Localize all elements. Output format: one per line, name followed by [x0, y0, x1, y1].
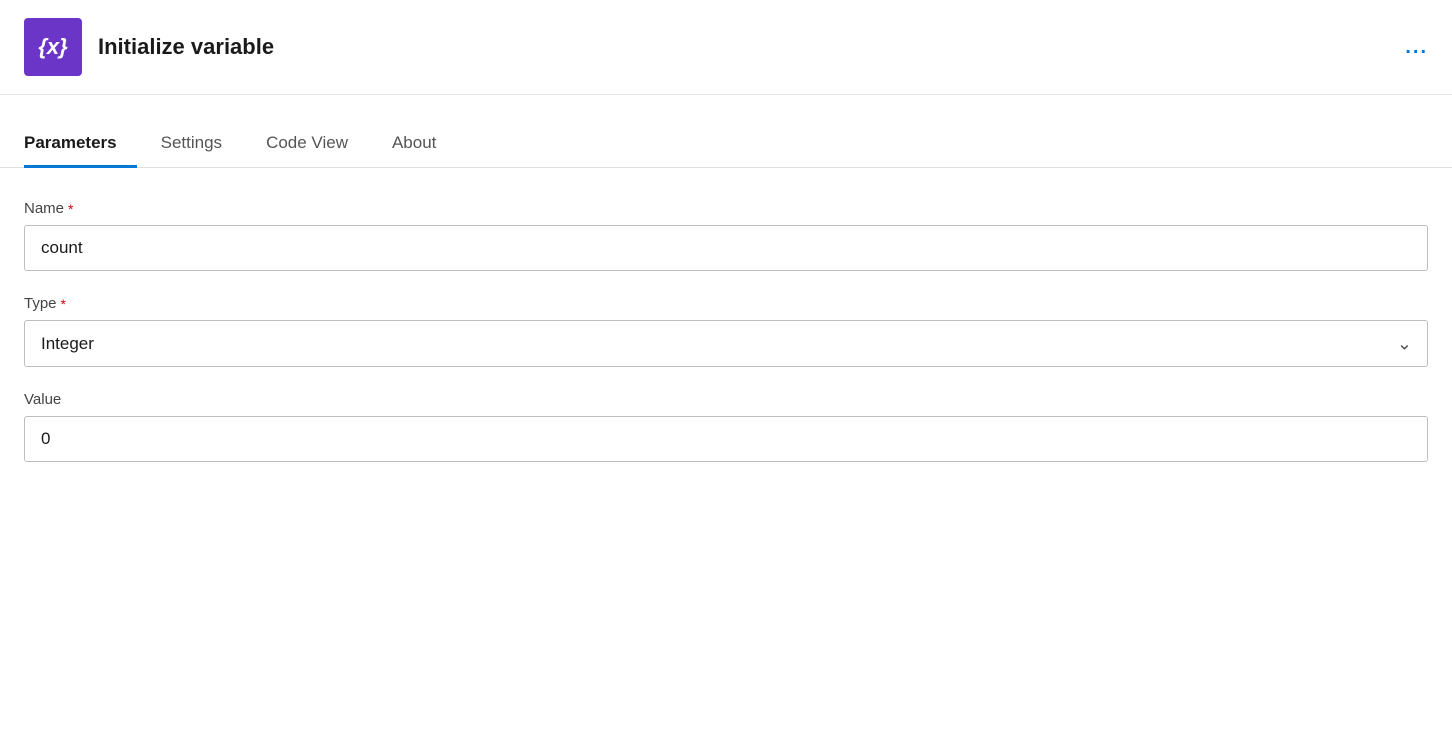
more-options-button[interactable]: ...: [1405, 36, 1428, 59]
action-icon: {x}: [24, 18, 82, 76]
tab-about[interactable]: About: [392, 119, 456, 167]
type-select-wrapper: Integer Float Boolean String Object Arra…: [24, 320, 1428, 367]
action-header: {x} Initialize variable ...: [0, 0, 1452, 95]
type-field-group: Type * Integer Float Boolean String Obje…: [24, 295, 1428, 367]
name-required-star: *: [68, 201, 73, 217]
tab-bar: Parameters Settings Code View About: [0, 119, 1452, 168]
header-left: {x} Initialize variable: [24, 18, 274, 76]
form-content: Name * Type * Integer Float Boolean Stri…: [0, 168, 1452, 518]
value-field-group: Value: [24, 391, 1428, 462]
header-right: ...: [1405, 36, 1428, 59]
tab-settings[interactable]: Settings: [161, 119, 242, 167]
tab-parameters[interactable]: Parameters: [24, 119, 137, 167]
value-input[interactable]: [24, 416, 1428, 462]
name-field-group: Name *: [24, 200, 1428, 271]
tab-code-view[interactable]: Code View: [266, 119, 368, 167]
name-input[interactable]: [24, 225, 1428, 271]
action-title: Initialize variable: [98, 34, 274, 60]
name-label: Name *: [24, 200, 1428, 217]
type-select[interactable]: Integer Float Boolean String Object Arra…: [24, 320, 1428, 367]
type-label: Type *: [24, 295, 1428, 312]
value-label: Value: [24, 391, 1428, 408]
type-required-star: *: [61, 296, 66, 312]
